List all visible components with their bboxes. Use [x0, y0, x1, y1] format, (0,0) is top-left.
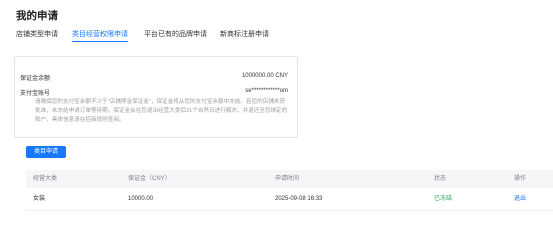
table-header: 经营大类 保证金（CNY） 申请时间 状态 操作 [26, 170, 553, 188]
page-title: 我的申请 [16, 10, 58, 22]
header-deposit: 保证金（CNY） [128, 176, 171, 182]
header-time: 申请时间 [275, 176, 300, 182]
cell-deposit: 10000.00 [128, 196, 154, 202]
tab-bar: 店铺类型申请 类目经营权限申请 平台已有的品牌申请 新商标注册申请 [16, 30, 553, 46]
tab-existing-brand[interactable]: 平台已有的品牌申请 [144, 30, 207, 44]
tab-new-trademark[interactable]: 新商标注册申请 [220, 30, 269, 44]
cell-time: 2025-09-08 16:33 [275, 196, 323, 202]
deposit-info-card [14, 56, 298, 138]
alipay-label: 支付宝账号 [20, 91, 51, 97]
deposit-label: 保证金余额 [20, 76, 51, 82]
header-category: 经营大类 [33, 176, 58, 182]
header-action: 操作 [514, 176, 527, 182]
alipay-value: se************om [245, 88, 288, 94]
cell-category: 女装 [33, 196, 46, 202]
tab-shop-type[interactable]: 店铺类型申请 [16, 30, 58, 44]
category-apply-button[interactable]: 类目申请 [26, 146, 66, 158]
table-row: 女装 10000.00 2025-09-08 16:33 已冻结 退出 [26, 190, 553, 208]
exit-link[interactable]: 退出 [514, 190, 526, 208]
deposit-value: 1000000.00 CNY [241, 73, 288, 79]
tab-category-permission[interactable]: 类目经营权限申请 [72, 30, 128, 44]
deposit-notice: 请确保您的支付宝余额不少于"店铺押金保证金"，保证金将从您的支付宝余额中冻结。若… [35, 99, 288, 123]
row-divider [26, 210, 553, 211]
status-badge: 已冻结 [434, 196, 453, 202]
header-status: 状态 [434, 176, 447, 182]
